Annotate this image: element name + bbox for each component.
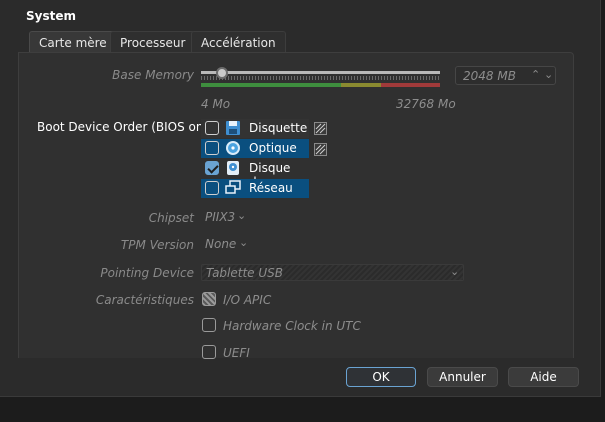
tab-acceleration[interactable]: Accélération [191,31,286,54]
memory-slider-handle[interactable] [216,67,228,79]
chipset-value: PIIX3 [205,210,236,224]
cancel-button[interactable]: Annuler [427,367,498,387]
memory-spinbox[interactable]: 2048 MB ⌃ ⌄ [455,66,556,85]
hard-disk-icon [225,160,241,176]
spin-down-icon[interactable]: ⌄ [544,68,553,81]
uefi-label: UEFI [223,346,250,360]
memory-range-green [201,83,341,87]
features-label: Caractéristiques [95,293,194,307]
chevron-down-icon: ⌄ [237,209,247,222]
section-title: System [26,9,76,23]
memory-min-label: 4 Mo [201,97,231,111]
boot-optical-label: Optique [249,141,297,155]
pointing-device-value: Tablette USB [206,266,283,280]
boot-optical-checkbox[interactable] [205,141,219,155]
pointing-device-label: Pointing Device [100,266,194,280]
hardware-clock-utc-checkbox[interactable] [202,318,216,332]
network-icon [225,180,241,196]
memory-slider-ticks [201,76,440,80]
io-apic-checkbox[interactable] [202,292,216,306]
uefi-checkbox[interactable] [202,345,216,359]
chipset-select[interactable]: PIIX3 ⌄ [201,209,251,226]
io-apic-label: I/O APIC [223,293,272,307]
boot-harddisk-checkbox[interactable] [205,161,219,175]
tpm-select[interactable]: None ⌄ [201,236,253,253]
boot-item-harddisk[interactable]: Disque dur [201,159,309,189]
memory-slider-track[interactable] [201,71,440,74]
floppy-icon [225,120,241,136]
ok-button[interactable]: OK [346,367,416,387]
boot-order-label: Boot Device Order (BIOS only) [37,120,219,134]
boot-network-checkbox[interactable] [205,181,219,195]
memory-max-label: 32768 Mo [396,97,456,111]
tpm-value: None [205,237,237,251]
chevron-down-icon: ⌄ [450,265,460,278]
tab-panel [18,52,574,358]
optical-disc-icon [225,140,241,156]
pointing-device-select[interactable]: Tablette USB ⌄ [201,264,464,281]
boot-floppy-checkbox[interactable] [205,121,219,135]
help-button[interactable]: Aide [508,367,579,387]
chevron-down-icon: ⌄ [239,236,249,249]
chipset-label: Chipset [148,211,194,225]
base-memory-label: Base Memory [112,68,194,82]
tab-carte-mere[interactable]: Carte mère [29,31,117,54]
tab-processeur[interactable]: Processeur [110,31,196,54]
tpm-label: TPM Version [120,238,194,252]
memory-range-yellow [341,83,381,87]
move-up-button[interactable] [314,122,327,135]
memory-range-red [381,83,440,87]
spin-up-icon[interactable]: ⌃ [531,68,540,81]
boot-item-floppy[interactable]: Disquette [201,119,309,138]
boot-floppy-label: Disquette [249,121,308,135]
boot-order-list: Disquette Optique Disque dur Réseau [201,119,309,199]
memory-value: 2048 MB [463,69,516,83]
hardware-clock-utc-label: Hardware Clock in UTC [223,319,361,333]
boot-network-label: Réseau [249,181,293,195]
boot-item-optical[interactable]: Optique [201,139,309,158]
settings-dialog: System Carte mère Processeur Accélératio… [0,0,601,397]
boot-item-network[interactable]: Réseau [201,179,309,198]
move-down-button[interactable] [314,143,327,156]
